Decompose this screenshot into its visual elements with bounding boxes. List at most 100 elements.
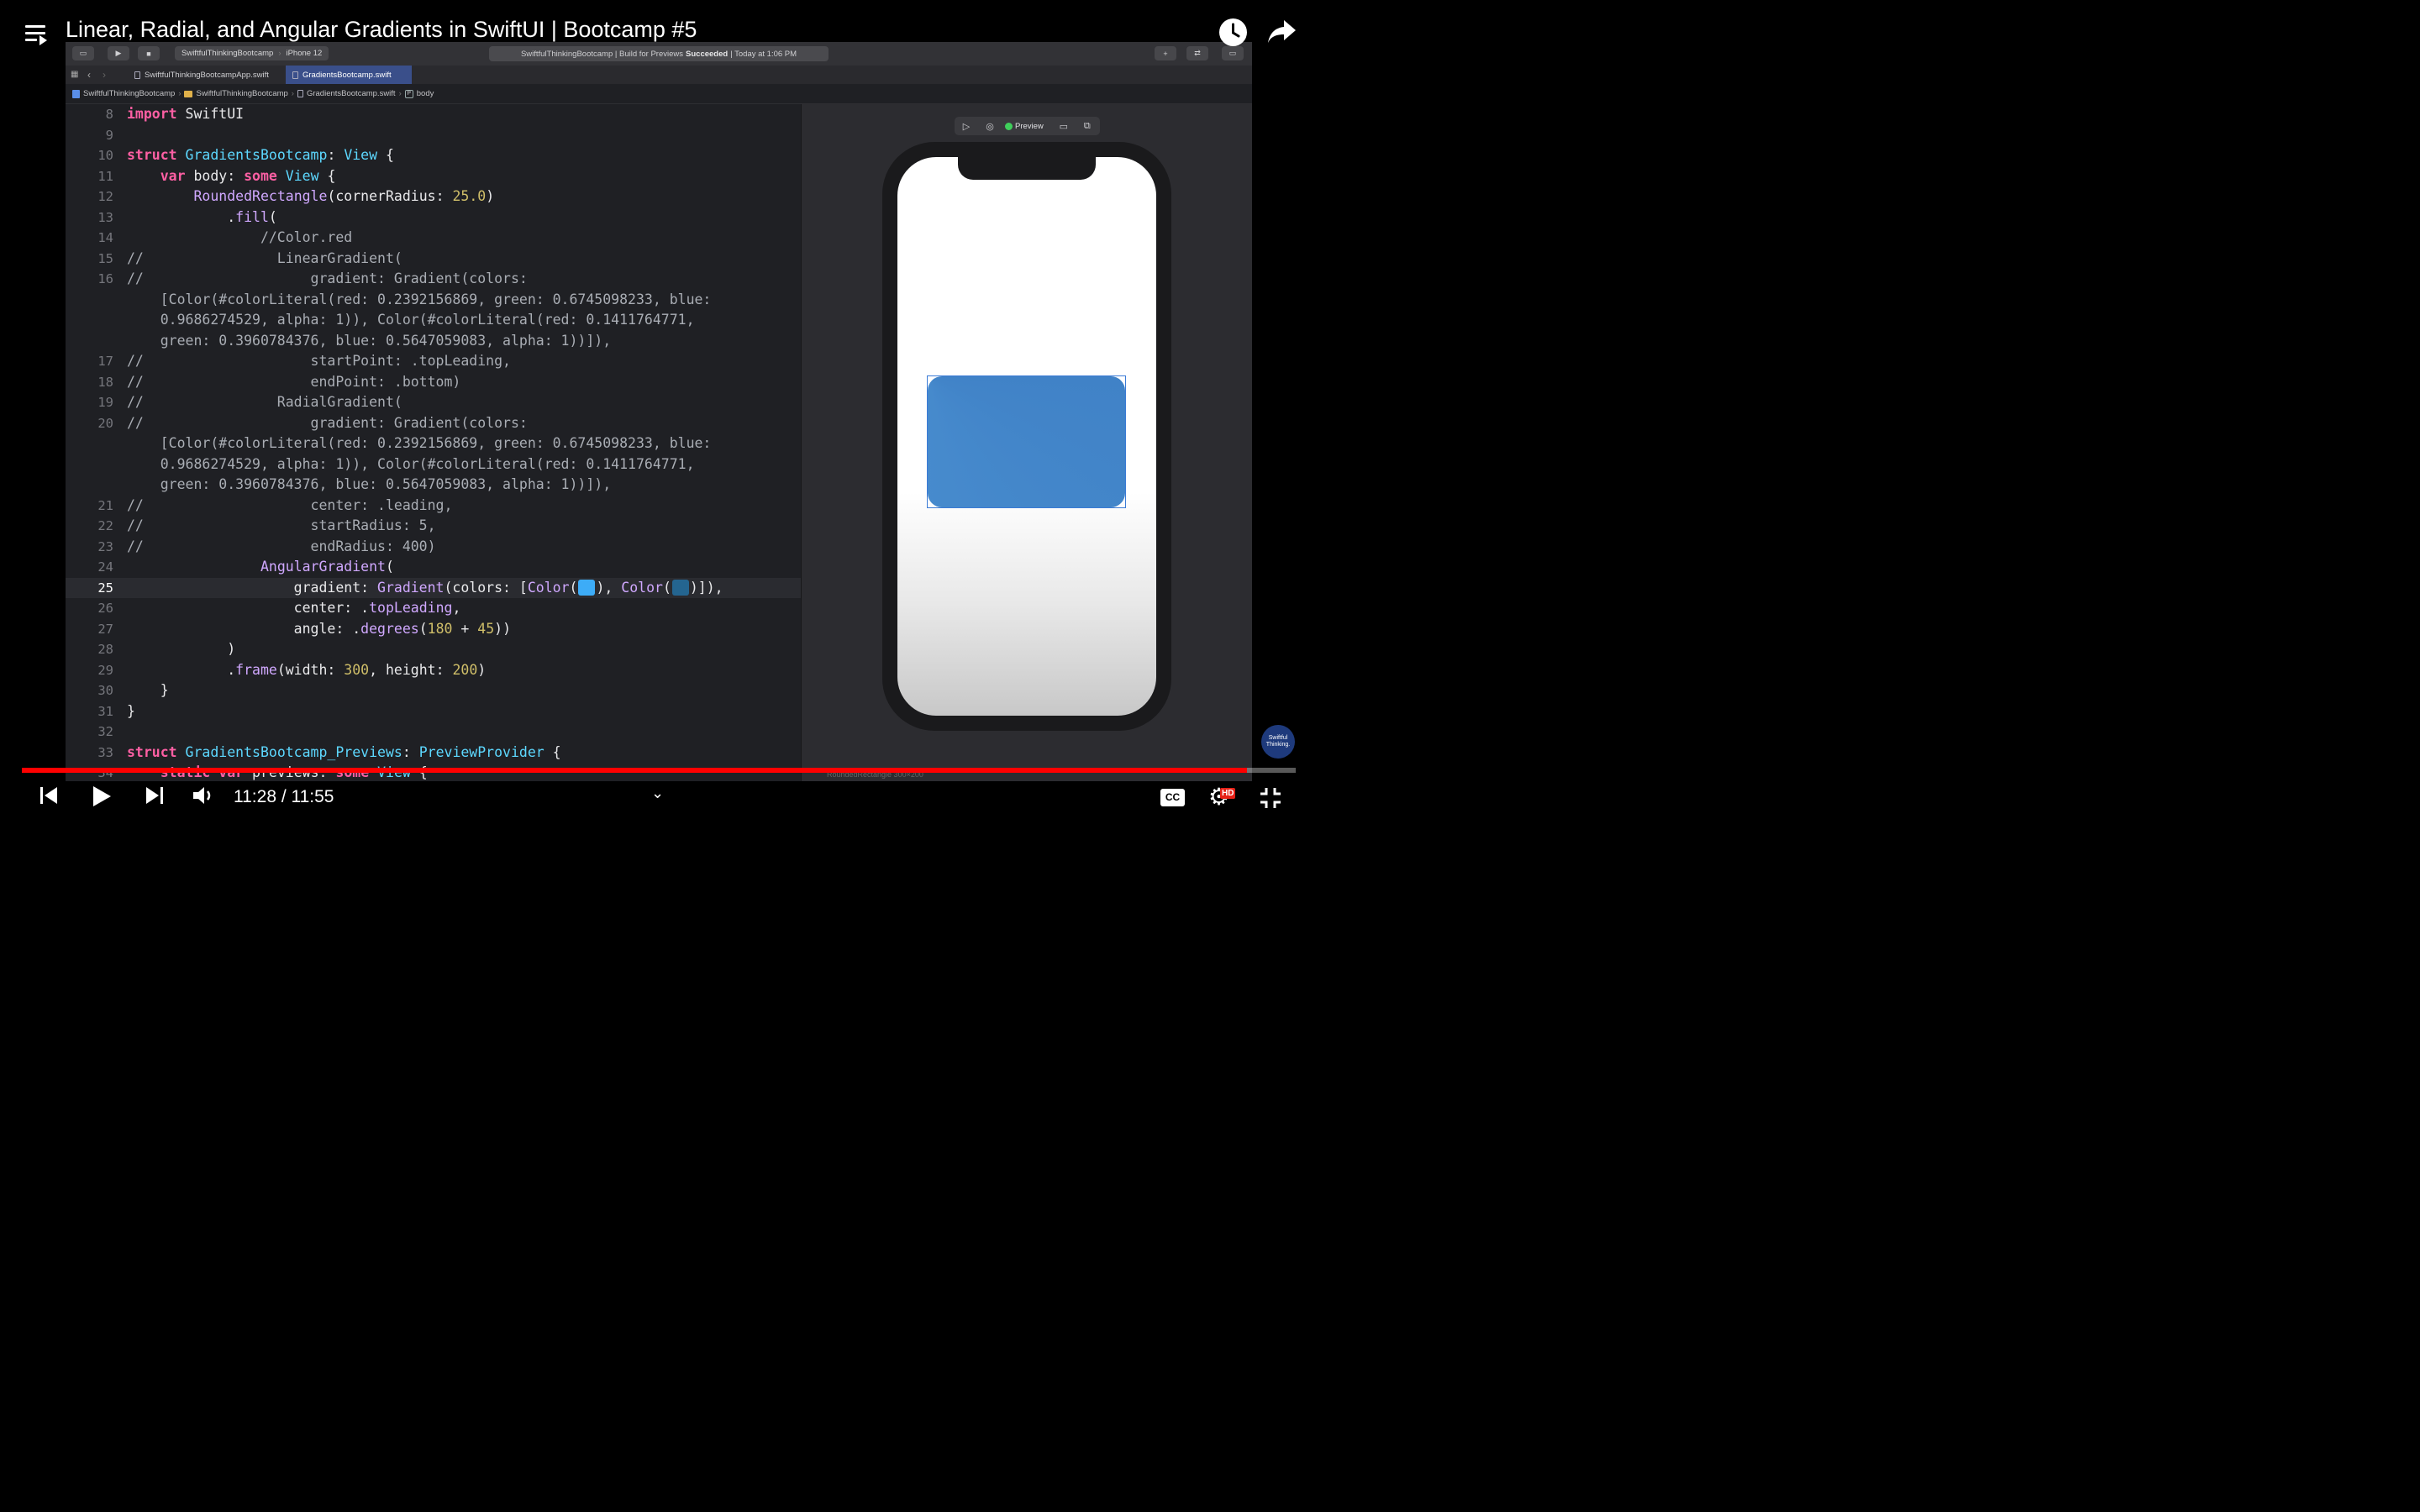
code-line[interactable]: green: 0.3960784376, blue: 0.5647059083,… [66,331,801,352]
code-text: angle: .degrees(180 + 45)) [127,619,511,640]
video-title[interactable]: Linear, Radial, and Angular Gradients in… [66,17,697,43]
code-line[interactable]: 14 //Color.red [66,228,801,249]
line-number: 22 [97,518,113,533]
stop-button[interactable]: ■ [138,46,160,60]
code-line[interactable]: 27 angle: .degrees(180 + 45)) [66,619,801,640]
code-text: ) [127,639,235,660]
code-text: // RadialGradient( [127,392,402,413]
code-line[interactable]: 26 center: .topLeading, [66,598,801,619]
code-text: RoundedRectangle(cornerRadius: 25.0) [127,186,494,207]
progress-bar[interactable] [22,768,1296,773]
code-line[interactable]: 0.9686274529, alpha: 1)), Color(#colorLi… [66,454,801,475]
color-literal-swatch[interactable] [578,579,596,596]
code-line[interactable]: [Color(#colorLiteral(red: 0.2392156869, … [66,433,801,454]
inspector-toggle-button[interactable]: ▭ [1222,46,1244,60]
code-line[interactable]: 9 [66,125,801,146]
status-suffix: | Today at 1:06 PM [730,49,797,59]
code-line[interactable]: 25 gradient: Gradient(colors: [Color(), … [66,577,801,598]
code-line[interactable]: 32 [66,722,801,743]
code-token: AngularGradient [260,559,386,575]
volume-icon[interactable] [192,785,215,811]
code-line[interactable]: 21 // center: .leading, [66,496,801,517]
duplicate-icon[interactable]: ⧉ [1076,121,1099,132]
code-line[interactable]: 18 // endPoint: .bottom) [66,372,801,393]
jump-item-folder[interactable]: SwiftfulThinkingBootcamp [196,89,287,98]
code-line[interactable]: 20 // gradient: Gradient(colors: [66,413,801,434]
swift-file-icon [297,90,303,97]
jump-item-file[interactable]: GradientsBootcamp.swift [307,89,396,98]
code-token: ), [596,579,622,596]
playlist-menu-icon[interactable] [25,24,49,45]
code-token: body: [185,167,245,184]
code-line[interactable]: 24 AngularGradient( [66,557,801,578]
jump-item-project[interactable]: SwiftfulThinkingBootcamp [83,89,175,98]
code-line[interactable]: 22 // startRadius: 5, [66,516,801,537]
inspect-icon[interactable]: ◎ [978,121,1002,132]
code-text: .frame(width: 300, height: 200) [127,660,486,681]
code-token: ( [662,579,671,596]
device-icon[interactable]: ▭ [1052,121,1076,132]
code-token: ( [418,620,428,637]
line-number: 29 [97,662,113,678]
code-review-button[interactable]: ⇄ [1186,46,1208,60]
grid-icon[interactable]: ▦ [71,70,78,79]
line-number: 21 [97,497,113,513]
watch-later-icon[interactable] [1219,18,1247,46]
code-line[interactable]: 16 // gradient: Gradient(colors: [66,269,801,290]
code-line[interactable]: 15 // LinearGradient( [66,249,801,270]
back-icon[interactable]: ‹ [87,69,91,81]
code-line[interactable]: 8 import SwiftUI [66,104,801,125]
next-icon[interactable] [145,785,165,811]
jump-item-symbol[interactable]: body [417,89,434,98]
tab-gradients-file[interactable]: GradientsBootcamp.swift [286,66,412,84]
exit-fullscreen-icon[interactable] [1259,786,1282,810]
code-token: 300 [344,661,370,678]
status-bold: Succeeded [686,49,729,59]
run-button[interactable]: ▶ [108,46,129,60]
code-token: ( [385,559,394,575]
code-token: 0.9686274529, alpha: 1)), Color(#colorLi… [127,312,695,328]
code-line[interactable]: 31} [66,701,801,722]
code-line[interactable]: 0.9686274529, alpha: 1)), Color(#colorLi… [66,310,801,331]
code-editor[interactable]: 8 import SwiftUI 9 10 struct GradientsBootca… [66,104,801,781]
code-text: 0.9686274529, alpha: 1)), Color(#colorLi… [127,454,695,475]
scheme-selector[interactable]: SwiftfulThinkingBootcamp › iPhone 12 [175,46,329,60]
code-token: SwiftUI [176,106,245,122]
code-line[interactable]: 17 // startPoint: .topLeading, [66,351,801,372]
code-line[interactable]: 28 ) [66,639,801,660]
code-line[interactable]: 19 // RadialGradient( [66,392,801,413]
code-line[interactable]: 13 .fill( [66,207,801,228]
share-icon[interactable] [1267,17,1297,52]
code-line[interactable]: 10 struct GradientsBootcamp: View { [66,145,801,166]
code-token: green: 0.3960784376, blue: 0.5647059083,… [127,332,612,349]
navigator-toggle-button[interactable]: ▭ [72,46,94,60]
color-literal-swatch[interactable] [671,579,689,596]
code-line[interactable]: 23 // endRadius: 400) [66,537,801,558]
code-line[interactable]: 29 .frame(width: 300, height: 200) [66,660,801,681]
rounded-rectangle[interactable] [928,376,1125,507]
line-number: 13 [97,209,113,225]
live-preview-icon[interactable]: ▷ [955,121,978,132]
code-line[interactable]: 11 var body: some View { [66,166,801,187]
code-line[interactable]: 30 } [66,680,801,701]
add-library-button[interactable]: + [1155,46,1176,60]
line-number: 10 [97,148,113,163]
code-text: // LinearGradient( [127,249,402,270]
code-token: fill [235,208,269,225]
status-dot-icon [1005,122,1013,130]
time-display: 11:28 / 11:55 [234,787,334,806]
code-line[interactable]: 33 struct GradientsBootcamp_Previews: Pre… [66,743,801,764]
tab-app-file[interactable]: SwiftfulThinkingBootcampApp.swift [128,66,276,84]
code-token: RoundedRectangle [193,188,328,204]
code-line[interactable]: [Color(#colorLiteral(red: 0.2392156869, … [66,290,801,311]
captions-button[interactable]: CC [1160,789,1185,806]
code-token: ( [268,208,277,225]
chevron-down-icon[interactable]: ⌄ [651,785,664,802]
code-line[interactable]: green: 0.3960784376, blue: 0.5647059083,… [66,475,801,496]
channel-watermark[interactable]: Swiftful Thinking. [1261,725,1295,759]
code-line[interactable]: 12 RoundedRectangle(cornerRadius: 25.0) [66,186,801,207]
previous-icon[interactable] [39,785,59,811]
play-icon[interactable] [91,785,113,812]
forward-icon[interactable]: › [103,69,106,81]
code-token: : [327,147,345,163]
